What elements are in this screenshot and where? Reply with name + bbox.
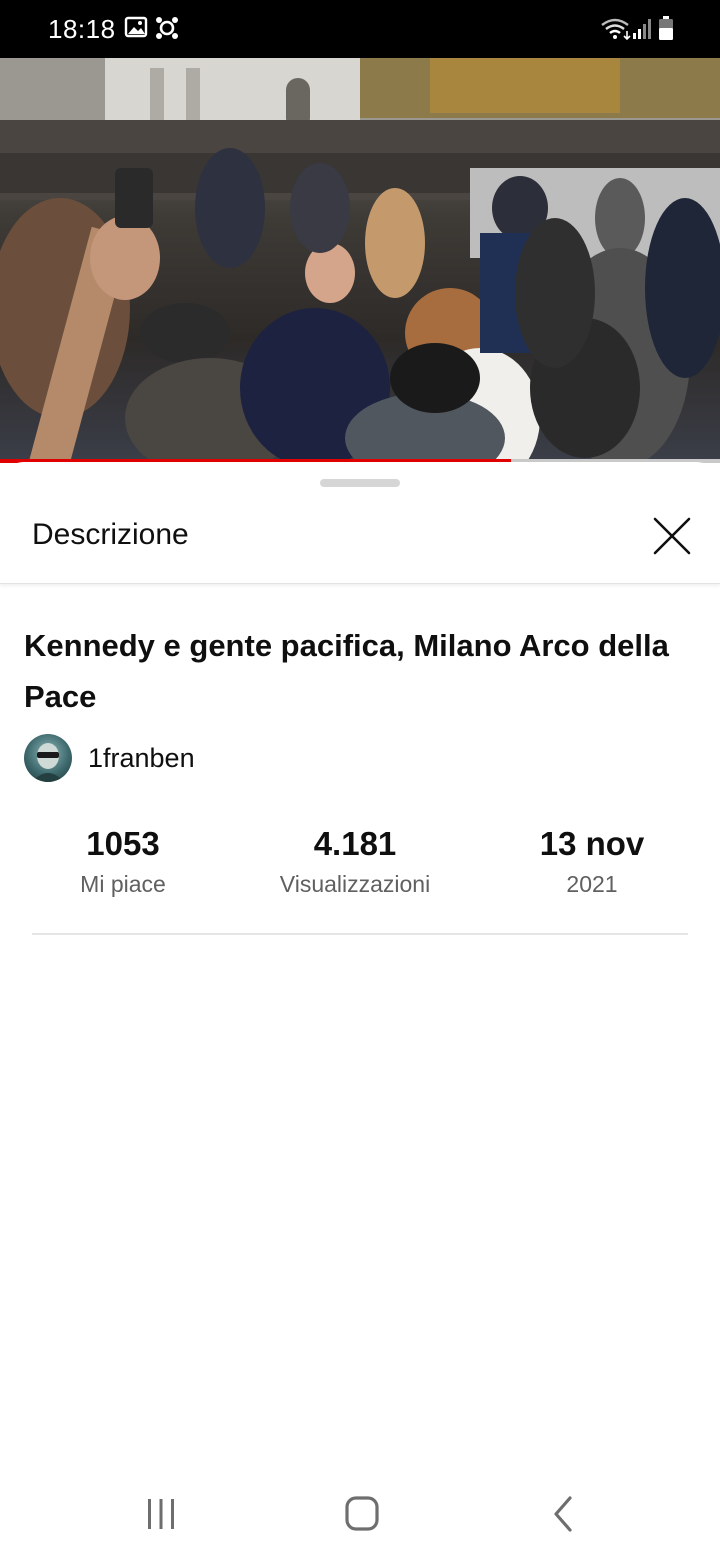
views-count: 4.181 bbox=[313, 825, 397, 862]
channel-name[interactable]: 1franben bbox=[88, 743, 195, 774]
channel-row[interactable]: 1franben bbox=[24, 734, 195, 782]
video-stats: 1053 Mi piace 4.181 Visualizzazioni 13 n… bbox=[0, 822, 720, 902]
signal-icon bbox=[633, 19, 651, 39]
publish-year: 2021 bbox=[566, 871, 618, 897]
likes-count: 1053 bbox=[86, 825, 160, 862]
recent-apps-icon[interactable] bbox=[137, 1494, 185, 1534]
drag-handle[interactable] bbox=[320, 479, 400, 487]
back-icon[interactable] bbox=[540, 1494, 588, 1534]
battery-icon bbox=[659, 16, 673, 40]
likes-label: Mi piace bbox=[80, 871, 166, 897]
channel-avatar[interactable] bbox=[24, 734, 72, 782]
views-label: Visualizzazioni bbox=[279, 871, 431, 897]
video-player[interactable] bbox=[0, 58, 720, 460]
video-title: Kennedy e gente pacifica, Milano Arco de… bbox=[24, 628, 669, 714]
stat-likes: 1053 Mi piace bbox=[3, 822, 243, 900]
video-frame bbox=[0, 58, 720, 460]
divider bbox=[32, 933, 688, 935]
stat-views: 4.181 Visualizzazioni bbox=[235, 822, 475, 900]
gallery-icon bbox=[124, 16, 148, 38]
status-bar: 18:18 bbox=[0, 0, 720, 58]
publish-date: 13 nov bbox=[539, 825, 645, 862]
sheet-header: Descrizione bbox=[0, 502, 720, 584]
navigation-bar bbox=[0, 1472, 720, 1560]
app-notification-icon bbox=[156, 17, 178, 39]
status-time: 18:18 bbox=[48, 14, 116, 44]
description-sheet: Descrizione Kennedy e gente pacifica, Mi… bbox=[0, 462, 720, 1472]
close-icon[interactable] bbox=[648, 512, 696, 560]
sheet-title: Descrizione bbox=[32, 518, 189, 551]
avatar-image bbox=[32, 743, 64, 782]
home-icon[interactable] bbox=[338, 1494, 386, 1534]
stat-date: 13 nov 2021 bbox=[472, 822, 712, 900]
wifi-icon bbox=[601, 18, 631, 41]
